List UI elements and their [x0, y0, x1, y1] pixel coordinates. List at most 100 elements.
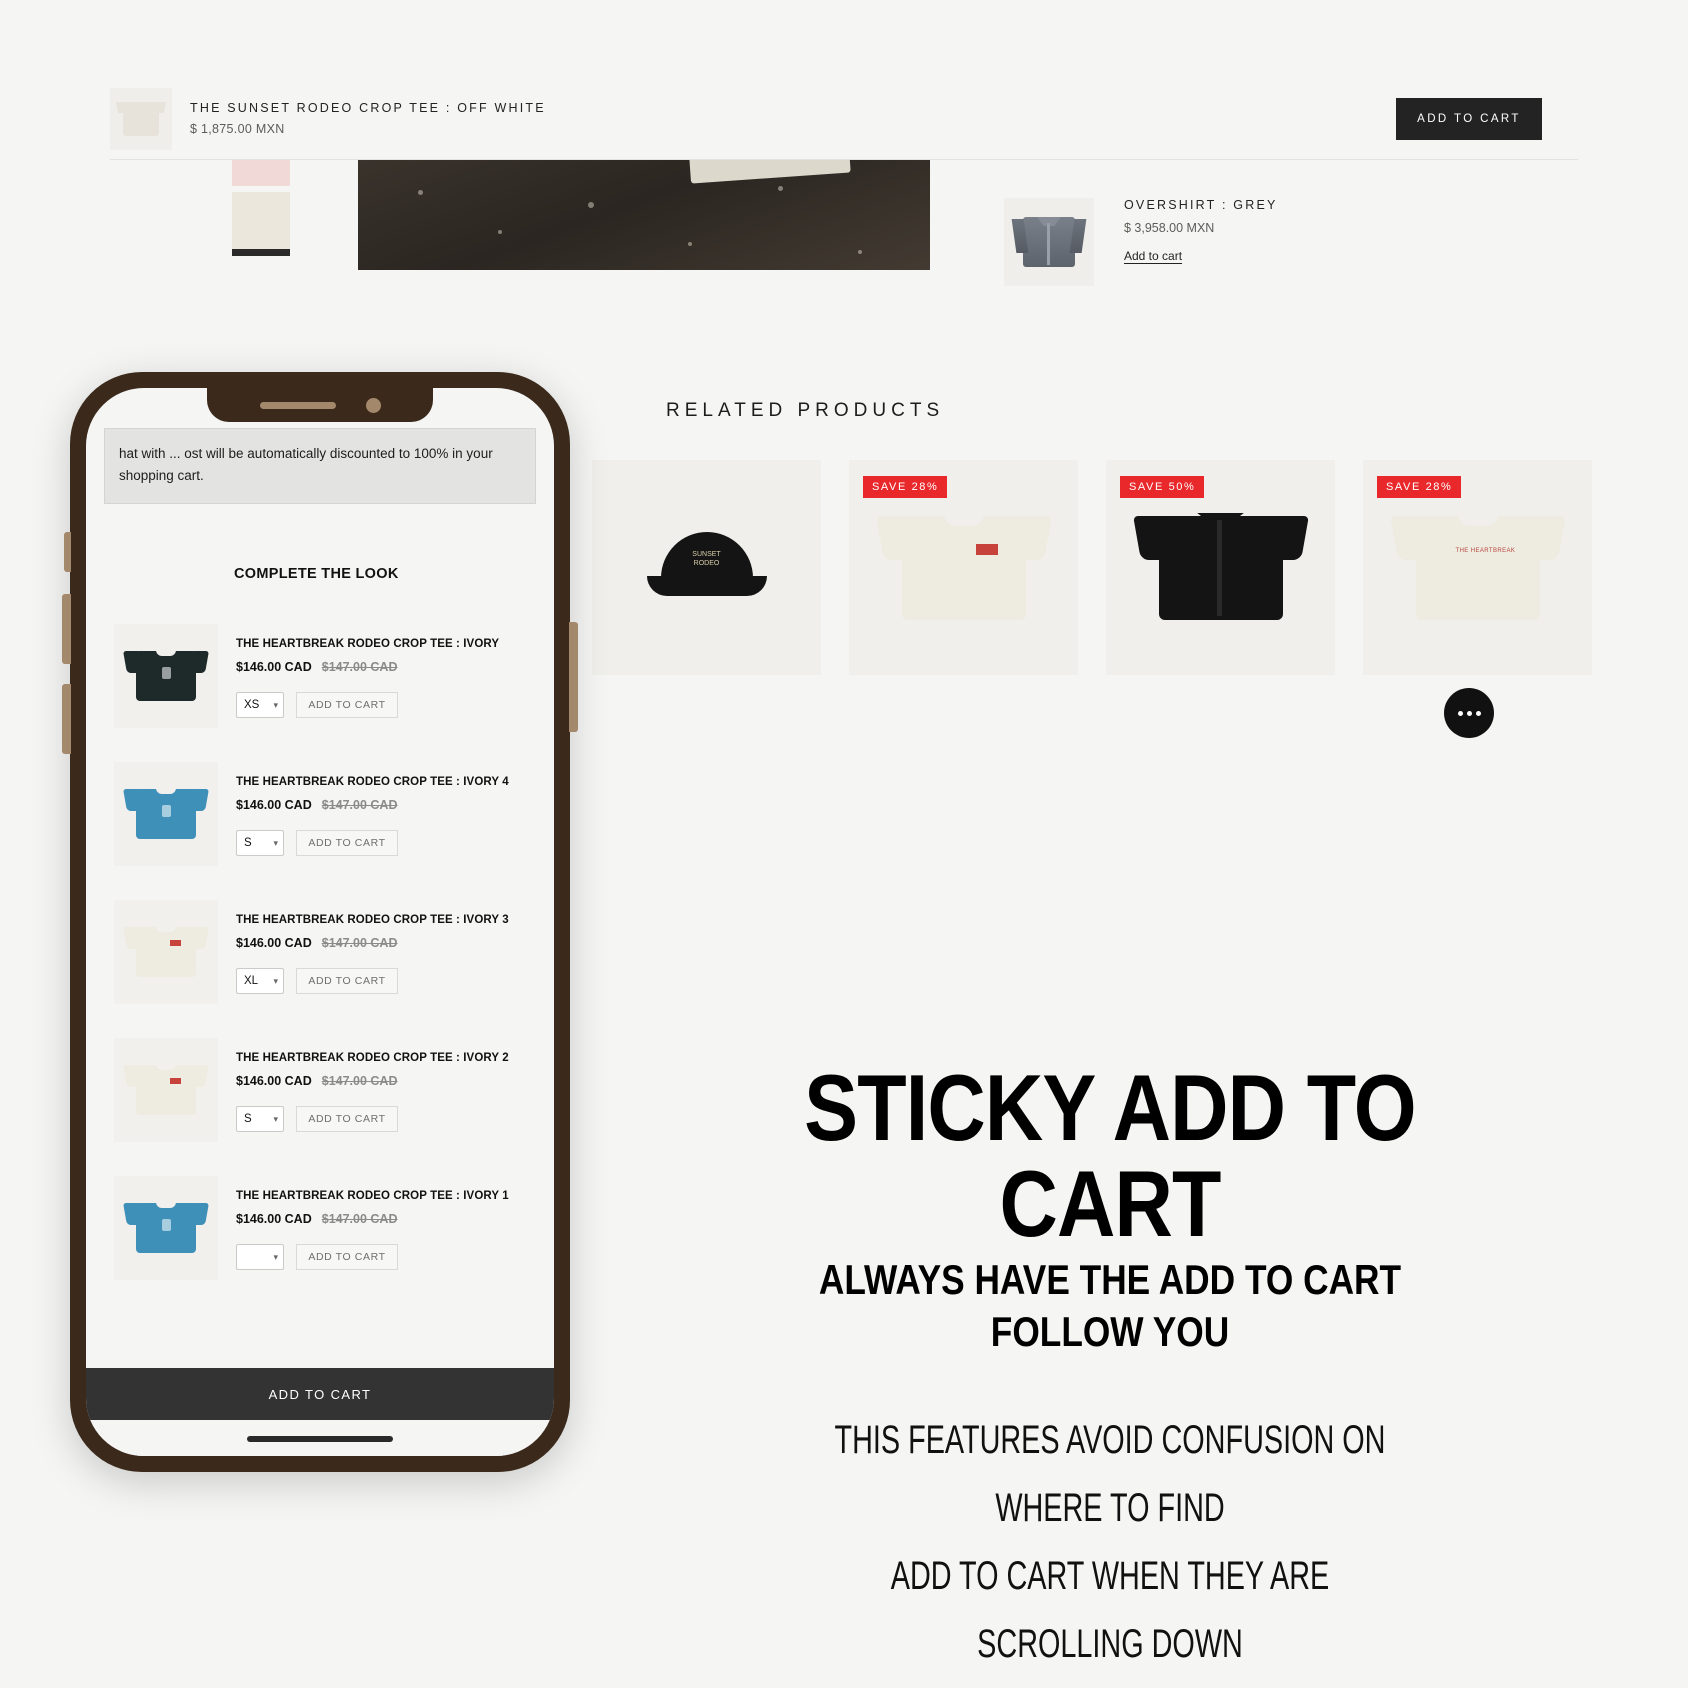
list-item-title: THE HEARTBREAK RODEO CROP TEE : IVORY 4	[236, 776, 509, 788]
list-item-prices: $146.00 CAD $147.00 CAD	[236, 660, 554, 674]
upsell-product-title: OVERSHIRT : GREY	[1124, 198, 1278, 212]
tee-icon	[123, 101, 159, 136]
list-item-price: $146.00 CAD	[236, 936, 312, 950]
chevron-updown-icon: ▾	[273, 837, 278, 848]
upsell-product-image[interactable]	[1004, 198, 1094, 286]
chevron-updown-icon: ▾	[273, 975, 278, 986]
gallery-thumb-1[interactable]	[232, 160, 290, 186]
size-value: XL	[244, 975, 259, 987]
related-product-card-4[interactable]: SAVE 28% THE HEARTBREAK	[1363, 460, 1592, 675]
list-item[interactable]: THE HEARTBREAK RODEO CROP TEE : IVORY 3 …	[86, 900, 554, 1004]
upsell-product-price: $ 3,958.00 MXN	[1124, 221, 1215, 235]
add-to-cart-button[interactable]: ADD TO CART	[296, 1106, 398, 1132]
related-product-card-3[interactable]: SAVE 50%	[1106, 460, 1335, 675]
list-item-compare-price: $147.00 CAD	[321, 936, 398, 950]
list-item-price: $146.00 CAD	[236, 1074, 312, 1088]
list-item-prices: $146.00 CAD $147.00 CAD	[236, 936, 554, 950]
complete-the-look-list: THE HEARTBREAK RODEO CROP TEE : IVORY $1…	[86, 624, 554, 1280]
save-badge: SAVE 50%	[1120, 476, 1205, 498]
phone-mockup: hat with ... ost will be automatically d…	[62, 372, 578, 1472]
size-value: S	[244, 837, 252, 849]
marketing-subhead: ALWAYS HAVE THE ADD TO CART FOLLOW YOU	[818, 1256, 1402, 1355]
list-item-image[interactable]	[114, 900, 218, 1004]
cap-logo-text: SUNSET RODEO	[692, 550, 721, 567]
list-item-image[interactable]	[114, 1038, 218, 1142]
list-item-price: $146.00 CAD	[236, 660, 312, 674]
list-item-image[interactable]	[114, 762, 218, 866]
product-gallery-thumbnails[interactable]	[232, 160, 290, 262]
overshirt-icon	[1023, 217, 1075, 267]
complete-the-look-heading: COMPLETE THE LOOK	[234, 566, 399, 582]
list-item-prices: $146.00 CAD $147.00 CAD	[236, 1212, 554, 1226]
size-value: XS	[244, 699, 260, 711]
list-item-price: $146.00 CAD	[236, 1212, 312, 1226]
chat-bubble-icon[interactable]	[1444, 688, 1494, 738]
list-item-title: THE HEARTBREAK RODEO CROP TEE : IVORY 3	[236, 914, 509, 926]
save-badge: SAVE 28%	[1377, 476, 1462, 498]
add-to-cart-button[interactable]: ADD TO CART	[296, 1244, 398, 1270]
camera-icon	[365, 397, 381, 413]
chevron-updown-icon: ▾	[273, 1251, 278, 1262]
list-item-image[interactable]	[114, 624, 218, 728]
gallery-thumb-2[interactable]	[232, 192, 290, 256]
marketing-body-line-2: ADD TO CART WHEN THEY ARE SCROLLING DOWN	[890, 1554, 1330, 1666]
list-item-compare-price: $147.00 CAD	[321, 660, 398, 674]
related-products-heading: RELATED PRODUCTS	[666, 400, 945, 421]
volume-up-button[interactable]	[62, 594, 71, 664]
size-select[interactable]: ▾	[236, 1244, 284, 1270]
list-item-compare-price: $147.00 CAD	[321, 798, 398, 812]
add-to-cart-button[interactable]: ADD TO CART	[296, 968, 398, 994]
chevron-updown-icon: ▾	[273, 1113, 278, 1124]
phone-screen: hat with ... ost will be automatically d…	[86, 388, 554, 1456]
related-product-card-1[interactable]: SUNSET RODEO	[592, 460, 821, 675]
list-item[interactable]: THE HEARTBREAK RODEO CROP TEE : IVORY $1…	[86, 624, 554, 728]
size-select[interactable]: XS ▾	[236, 692, 284, 718]
upsell-product-card[interactable]: OVERSHIRT : GREY $ 3,958.00 MXN Add to c…	[1004, 198, 1278, 286]
home-indicator	[247, 1436, 393, 1442]
tee-icon	[123, 1202, 209, 1253]
list-item-compare-price: $147.00 CAD	[321, 1212, 398, 1226]
marketing-body-line-1: THIS FEATURES AVOID CONFUSION ON WHERE T…	[834, 1418, 1386, 1530]
upsell-add-to-cart-link[interactable]: Add to cart	[1124, 249, 1278, 263]
shirt-product-icon	[1132, 512, 1309, 620]
marketing-copy: STICKY ADD TO CART ALWAYS HAVE THE ADD T…	[690, 1060, 1530, 1678]
marketing-headline: STICKY ADD TO CART	[804, 1055, 1417, 1256]
power-button[interactable]	[569, 622, 578, 732]
list-item-prices: $146.00 CAD $147.00 CAD	[236, 1074, 554, 1088]
related-product-card-2[interactable]: SAVE 28%	[849, 460, 1078, 675]
sticky-add-to-cart-bar: THE SUNSET RODEO CROP TEE : OFF WHITE $ …	[110, 78, 1578, 160]
list-item[interactable]: THE HEARTBREAK RODEO CROP TEE : IVORY 4 …	[86, 762, 554, 866]
tee-product-icon: THE HEARTBREAK	[1389, 513, 1566, 620]
size-select[interactable]: S ▾	[236, 830, 284, 856]
size-select[interactable]: S ▾	[236, 1106, 284, 1132]
sticky-product-price: $ 1,875.00 MXN	[190, 122, 285, 136]
sticky-product-thumbnail	[110, 87, 172, 150]
volume-down-button[interactable]	[62, 684, 71, 754]
discount-note: hat with ... ost will be automatically d…	[104, 428, 536, 504]
phone-scroll-content[interactable]: hat with ... ost will be automatically d…	[86, 388, 554, 1456]
sticky-product-title: THE SUNSET RODEO CROP TEE : OFF WHITE	[190, 101, 546, 115]
list-item-price: $146.00 CAD	[236, 798, 312, 812]
list-item-title: THE HEARTBREAK RODEO CROP TEE : IVORY 2	[236, 1052, 509, 1064]
chevron-updown-icon: ▾	[273, 699, 278, 710]
related-products-grid: SUNSET RODEO SAVE 28% SAVE 50% SAVE 28% …	[592, 460, 1592, 675]
sticky-add-to-cart-button[interactable]: ADD TO CART	[1396, 97, 1542, 140]
add-to-cart-button[interactable]: ADD TO CART	[296, 830, 398, 856]
hero-garment	[689, 160, 851, 184]
speaker-icon	[259, 401, 336, 409]
phone-sticky-add-to-cart-button[interactable]: ADD TO CART	[86, 1368, 554, 1420]
tee-product-icon	[875, 513, 1052, 620]
list-item-image[interactable]	[114, 1176, 218, 1280]
list-item[interactable]: THE HEARTBREAK RODEO CROP TEE : IVORY 2 …	[86, 1038, 554, 1142]
save-badge: SAVE 28%	[863, 476, 948, 498]
tee-icon	[123, 650, 209, 701]
product-hero-image[interactable]	[358, 160, 930, 270]
related-products-section: RELATED PRODUCTS SUNSET RODEO SAVE 28% S…	[592, 400, 1592, 675]
list-item[interactable]: THE HEARTBREAK RODEO CROP TEE : IVORY 1 …	[86, 1176, 554, 1280]
list-item-prices: $146.00 CAD $147.00 CAD	[236, 798, 554, 812]
tee-icon	[123, 788, 209, 839]
add-to-cart-button[interactable]: ADD TO CART	[296, 692, 398, 718]
list-item-title: THE HEARTBREAK RODEO CROP TEE : IVORY 1	[236, 1190, 509, 1202]
phone-notch	[207, 388, 433, 422]
size-select[interactable]: XL ▾	[236, 968, 284, 994]
